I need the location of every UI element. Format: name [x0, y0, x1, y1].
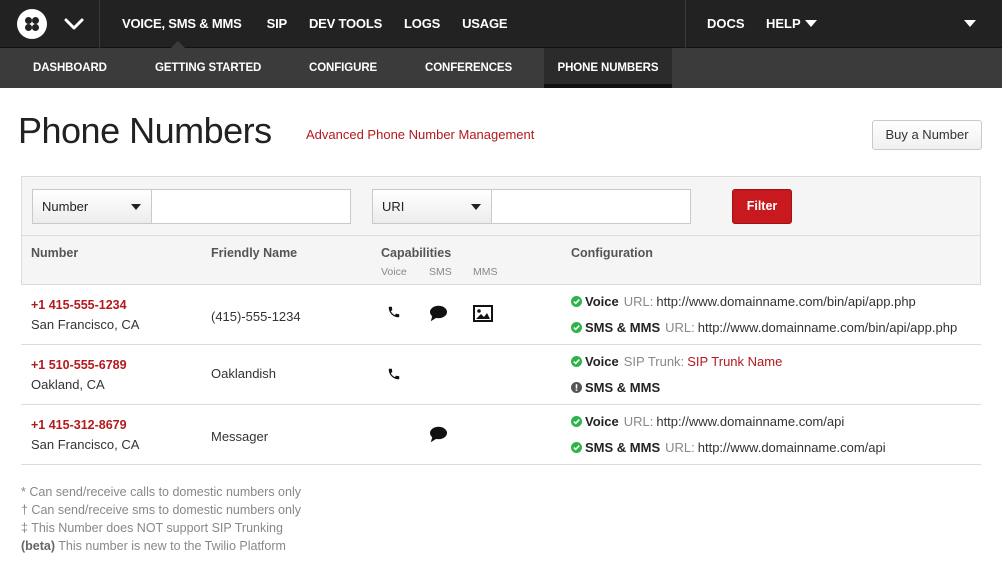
phone-icon — [388, 306, 400, 318]
friendly-name: (415)-555-1234 — [211, 309, 301, 324]
capability-header-mms: MMS — [473, 266, 498, 278]
number-location: San Francisco, CA — [31, 317, 140, 332]
chat-bubble-icon — [430, 426, 447, 443]
footnote-sip: ‡ This Number does NOT support SIP Trunk… — [21, 521, 283, 535]
config-voice: Voice URL: http://www.domainname.com/api — [571, 414, 844, 429]
config-sms-mms: SMS & MMS — [571, 380, 665, 395]
filter-uri-select[interactable]: URI — [372, 189, 492, 224]
sip-trunk-link[interactable]: SIP Trunk Name — [687, 354, 782, 369]
footnote-calls: * Can send/receive calls to domestic num… — [21, 485, 301, 499]
number-location: San Francisco, CA — [31, 437, 140, 452]
nav-logs[interactable]: LOGS — [393, 0, 451, 48]
config-label: URL: — [623, 294, 654, 309]
config-kind: Voice — [585, 354, 619, 369]
column-header-friendly-name[interactable]: Friendly Name — [211, 246, 297, 260]
filter-field-select[interactable]: Number — [32, 189, 152, 224]
config-sms-mms: SMS & MMS URL: http://www.domainname.com/b… — [571, 320, 957, 335]
config-value: http://www.domainname.com/api — [697, 440, 886, 455]
check-circle-icon — [571, 416, 582, 427]
table-row: +1 415-312-8679 San Francisco, CA Messag… — [21, 405, 981, 465]
caret-down-icon — [131, 204, 141, 210]
config-voice: Voice SIP Trunk: SIP Trunk Name — [571, 354, 782, 369]
phone-number-link[interactable]: +1 415-555-1234 — [31, 298, 127, 312]
phone-icon — [388, 368, 400, 380]
top-bar: VOICE, SMS & MMS SIP DEV TOOLS LOGS USAG… — [0, 0, 1002, 48]
nav-sip[interactable]: SIP — [256, 0, 298, 48]
twilio-logo[interactable] — [17, 9, 47, 39]
footnote-beta: (beta) This number is new to the Twilio … — [21, 539, 286, 553]
caret-down-icon — [964, 20, 976, 28]
config-label: URL: — [623, 414, 654, 429]
nav-usage[interactable]: USAGE — [451, 0, 518, 48]
config-kind: SMS & MMS — [585, 440, 661, 455]
caret-down-icon — [471, 204, 481, 210]
capability-header-voice: Voice — [381, 266, 407, 278]
subnav-phone-numbers[interactable]: PHONE NUMBERS — [544, 48, 672, 88]
beta-label: (beta) — [21, 539, 56, 553]
capability-header-sms: SMS — [429, 266, 452, 278]
top-right-nav: DOCS HELP — [685, 0, 1002, 48]
advanced-management-link[interactable]: Advanced Phone Number Management — [306, 127, 534, 142]
chevron-down-icon[interactable] — [64, 14, 84, 34]
subnav-getting-started[interactable]: GETTING STARTED — [155, 48, 261, 88]
filter-uri-select-value: URI — [382, 199, 405, 214]
top-nav: VOICE, SMS & MMS SIP DEV TOOLS LOGS USAG… — [100, 0, 518, 48]
column-header-configuration: Configuration — [571, 246, 653, 260]
config-label: URL: — [665, 320, 695, 335]
phone-number-link[interactable]: +1 510-555-6789 — [31, 358, 127, 372]
config-kind: Voice — [585, 414, 619, 429]
filter-uri-input[interactable] — [491, 189, 691, 224]
config-sms-mms: SMS & MMS URL: http://www.domainname.com/a… — [571, 440, 886, 455]
table-row: +1 510-555-6789 Oakland, CA Oaklandish V… — [21, 345, 981, 405]
config-label: URL: — [665, 440, 695, 455]
filter-button[interactable]: Filter — [732, 189, 792, 224]
config-voice: Voice URL: http://www.domainname.com/bin/a… — [571, 294, 916, 309]
number-location: Oakland, CA — [31, 377, 105, 392]
page-title: Phone Numbers — [18, 110, 272, 151]
buy-number-button[interactable]: Buy a Number — [872, 120, 982, 150]
config-kind: SMS & MMS — [585, 320, 661, 335]
column-header-number[interactable]: Number — [31, 246, 78, 260]
config-kind: SMS & MMS — [585, 380, 661, 395]
check-circle-icon — [571, 296, 582, 307]
config-label: SIP Trunk: — [623, 354, 685, 369]
phone-number-link[interactable]: +1 415-312-8679 — [31, 418, 127, 432]
subnav-configure[interactable]: CONFIGURE — [309, 48, 377, 88]
subnav-dashboard[interactable]: DASHBOARD — [33, 48, 107, 88]
logo-area — [0, 0, 100, 48]
nav-voice-sms-mms[interactable]: VOICE, SMS & MMS — [100, 0, 256, 48]
config-value: http://www.domainname.com/bin/api/app.ph… — [656, 294, 916, 309]
friendly-name: Oaklandish — [211, 366, 277, 381]
friendly-name: Messager — [211, 429, 269, 444]
exclamation-circle-icon — [571, 382, 582, 393]
column-header-capabilities: Capabilities — [381, 246, 452, 260]
image-icon — [473, 305, 493, 322]
check-circle-icon — [571, 322, 582, 333]
footnote-sms: † Can send/receive sms to domestic numbe… — [21, 503, 301, 517]
footnote-beta-text: This number is new to the Twilio Platfor… — [55, 539, 286, 553]
config-value: http://www.domainname.com/bin/api/app.ph… — [697, 320, 958, 335]
nav-docs[interactable]: DOCS — [707, 0, 745, 48]
table-row: +1 415-555-1234 San Francisco, CA (415)-… — [21, 285, 981, 345]
subnav-conferences[interactable]: CONFERENCES — [425, 48, 512, 88]
filter-number-input[interactable] — [151, 189, 351, 224]
caret-down-icon — [804, 20, 817, 28]
filter-field-select-value: Number — [42, 199, 89, 214]
table-header-panel: Number URI Filter Number Friendly Name C… — [21, 176, 981, 285]
check-circle-icon — [571, 442, 582, 453]
sub-nav: DASHBOARD GETTING STARTED CONFIGURE CONF… — [0, 48, 1002, 88]
chat-bubble-icon — [430, 305, 447, 322]
config-value: http://www.domainname.com/api — [656, 414, 845, 429]
config-kind: Voice — [585, 294, 619, 309]
nav-help[interactable]: HELP — [766, 0, 817, 48]
nav-dev-tools[interactable]: DEV TOOLS — [298, 0, 393, 48]
nav-help-label: HELP — [766, 16, 801, 31]
account-menu-toggle[interactable] — [960, 0, 976, 48]
filter-row: Number URI Filter — [22, 177, 980, 236]
check-circle-icon — [571, 356, 582, 367]
